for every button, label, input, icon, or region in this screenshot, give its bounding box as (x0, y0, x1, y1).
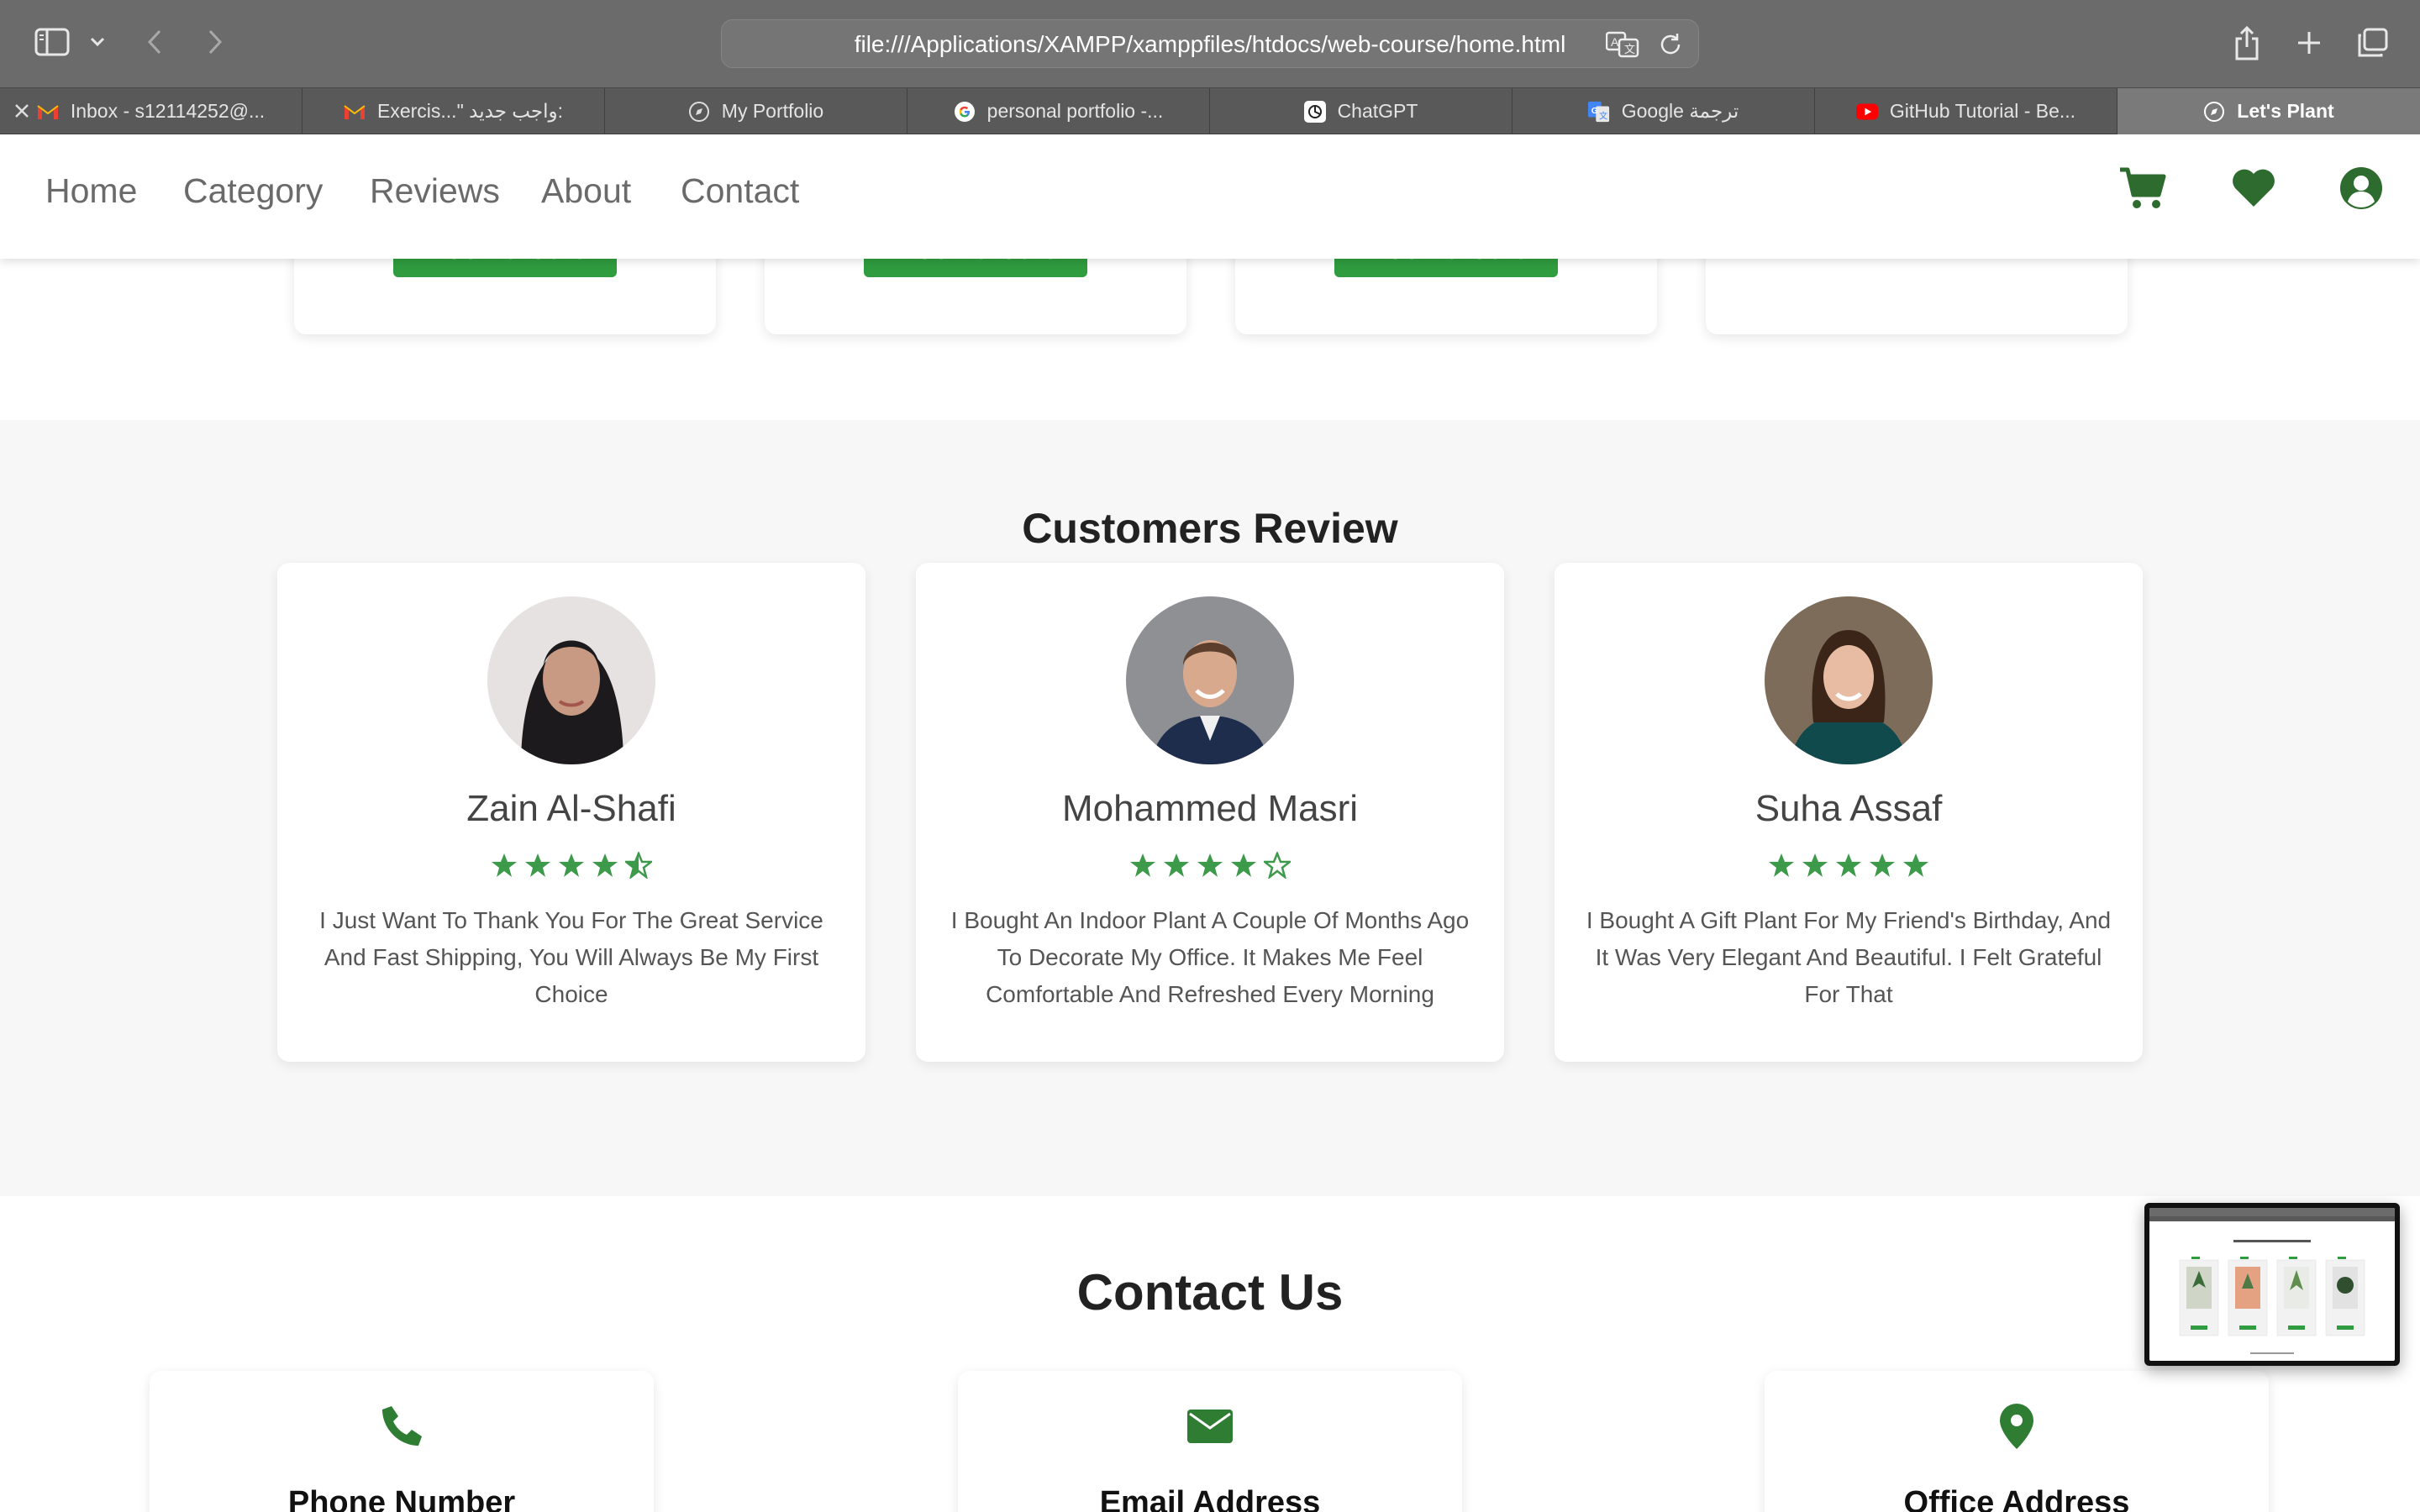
review-text: I Just Want To Thank You For The Great S… (319, 907, 823, 1007)
heart-icon[interactable] (2227, 161, 2281, 215)
url-text[interactable]: file:///Applications/XAMPP/xamppfiles/ht… (722, 20, 1698, 69)
review-text: I Bought An Indoor Plant A Couple Of Mon… (950, 907, 1470, 1007)
compass-icon (2203, 101, 2225, 123)
star-icon (1836, 853, 1861, 877)
browser-toolbar: file:///Applications/XAMPP/xamppfiles/ht… (0, 0, 2420, 87)
contact-title: Contact Us (1076, 1264, 1344, 1320)
contact-card-email: Email Address (958, 1371, 1462, 1512)
reviewer-name: Suha Assaf (1754, 788, 1943, 829)
close-icon[interactable] (12, 101, 32, 121)
nav-link-home[interactable]: Home (45, 171, 137, 211)
contact-card-title: Email Address (1099, 1485, 1321, 1512)
svg-text:A: A (1611, 35, 1619, 49)
tab-title: Exercis..." واجب جديد: (377, 100, 563, 122)
tab-chatgpt[interactable]: ChatGPT (1210, 88, 1512, 134)
gmail-icon (37, 101, 59, 123)
screenshot-preview-thumbnail[interactable] (2144, 1203, 2400, 1366)
tab-github-tutorial[interactable]: GitHub Tutorial - Be... (1815, 88, 2118, 134)
tab-title: personal portfolio -... (986, 100, 1164, 122)
star-icon (1870, 853, 1895, 877)
star-icon (559, 853, 584, 877)
review-card: Mohammed Masri I Bought An Indoor Plant … (916, 563, 1504, 1062)
avatar (1126, 596, 1294, 764)
back-arrow-icon[interactable] (138, 24, 171, 60)
google-translate-icon: G文 (1587, 101, 1610, 123)
tab-title: Let's Plant (2237, 100, 2334, 122)
tab-my-portfolio[interactable]: My Portfolio (605, 88, 908, 134)
tab-google-translate[interactable]: G文 Google ترجمة (1512, 88, 1815, 134)
phone-icon (376, 1401, 427, 1452)
compass-icon (688, 101, 710, 123)
chevron-down-icon[interactable] (84, 27, 111, 57)
tab-lets-plant[interactable]: Let's Plant (2118, 88, 2420, 134)
review-text: I Bought A Gift Plant For My Friend's Bi… (1586, 907, 2112, 1007)
review-card: Zain Al-Shafi I Just Want To Thank You F… (277, 563, 865, 1062)
star-icon (525, 853, 550, 877)
star-icon (592, 853, 618, 877)
svg-text:文: 文 (1599, 110, 1607, 121)
plus-icon[interactable] (2291, 24, 2328, 62)
star-icon (1903, 853, 1928, 877)
star-icon (1802, 853, 1828, 877)
star-icon (1164, 853, 1189, 877)
nav-link-category[interactable]: Category (183, 171, 323, 211)
star-icon (1130, 853, 1155, 877)
user-icon[interactable] (2334, 161, 2388, 215)
chatgpt-icon (1303, 100, 1326, 123)
contact-card-title: Phone Number (287, 1485, 516, 1512)
star-rating (277, 852, 865, 879)
envelope-icon (1185, 1401, 1235, 1452)
youtube-icon (1855, 101, 1878, 123)
tab-bar: Inbox - s12114252@... Exercis..." واجب ج… (0, 87, 2420, 134)
location-pin-icon (1991, 1401, 2042, 1452)
tab-title: GitHub Tutorial - Be... (1889, 100, 2076, 122)
cart-icon[interactable] (2116, 161, 2170, 215)
contact-card-phone: Phone Number (150, 1371, 654, 1512)
tab-title: My Portfolio (721, 100, 824, 122)
forward-arrow-icon[interactable] (198, 24, 232, 60)
contact-card-office: Office Address (1765, 1371, 2269, 1512)
nav-link-about[interactable]: About (541, 171, 631, 211)
svg-text:G: G (1591, 106, 1597, 115)
tab-title: ChatGPT (1337, 100, 1418, 122)
reviewer-name: Zain Al-Shafi (466, 788, 676, 829)
star-rating (916, 852, 1504, 879)
star-icon (492, 853, 517, 877)
star-icon (1197, 853, 1223, 877)
share-icon[interactable] (2228, 24, 2265, 62)
tab-overview-icon[interactable] (2353, 24, 2391, 62)
tab-personal-portfolio[interactable]: personal portfolio -... (908, 88, 1210, 134)
nav-link-reviews[interactable]: Reviews (370, 171, 500, 211)
google-icon (954, 101, 976, 123)
star-half-icon (625, 852, 652, 879)
contact-card-title: Office Address (1903, 1485, 2130, 1512)
tab-title: Google ترجمة (1621, 100, 1739, 122)
nav-link-contact[interactable]: Contact (681, 171, 799, 211)
star-rating (1555, 852, 2143, 879)
avatar (1765, 596, 1933, 764)
tab-inbox[interactable]: Inbox - s12114252@... (0, 88, 302, 134)
review-card: Suha Assaf I Bought A Gift Plant For My … (1555, 563, 2143, 1062)
sidebar-toggle-icon[interactable] (30, 24, 74, 60)
avatar (487, 596, 655, 764)
star-outline-icon (1264, 852, 1291, 879)
reviews-section: Customers Review Zain Al-Shafi I Just Wa… (0, 420, 2420, 1196)
reviews-title: Customers Review (1022, 505, 1398, 552)
translate-icon[interactable]: A文 (1605, 31, 1639, 58)
star-icon (1769, 853, 1794, 877)
contact-section: Contact Us Phone Number Email Address Of… (0, 1196, 2420, 1512)
reviewer-name: Mohammed Masri (1061, 788, 1359, 829)
reload-icon[interactable] (1658, 32, 1683, 57)
gmail-icon (344, 101, 366, 123)
address-bar[interactable]: file:///Applications/XAMPP/xamppfiles/ht… (721, 19, 1699, 68)
tab-title: Inbox - s12114252@... (70, 100, 266, 122)
web-page: Add To Cart Add To Cart Add To Cart Home… (0, 134, 2420, 1512)
site-navbar: Home Category Reviews About Contact (0, 134, 2420, 259)
star-icon (1231, 853, 1256, 877)
svg-text:文: 文 (1624, 44, 1635, 56)
tab-exercise[interactable]: Exercis..." واجب جديد: (302, 88, 605, 134)
